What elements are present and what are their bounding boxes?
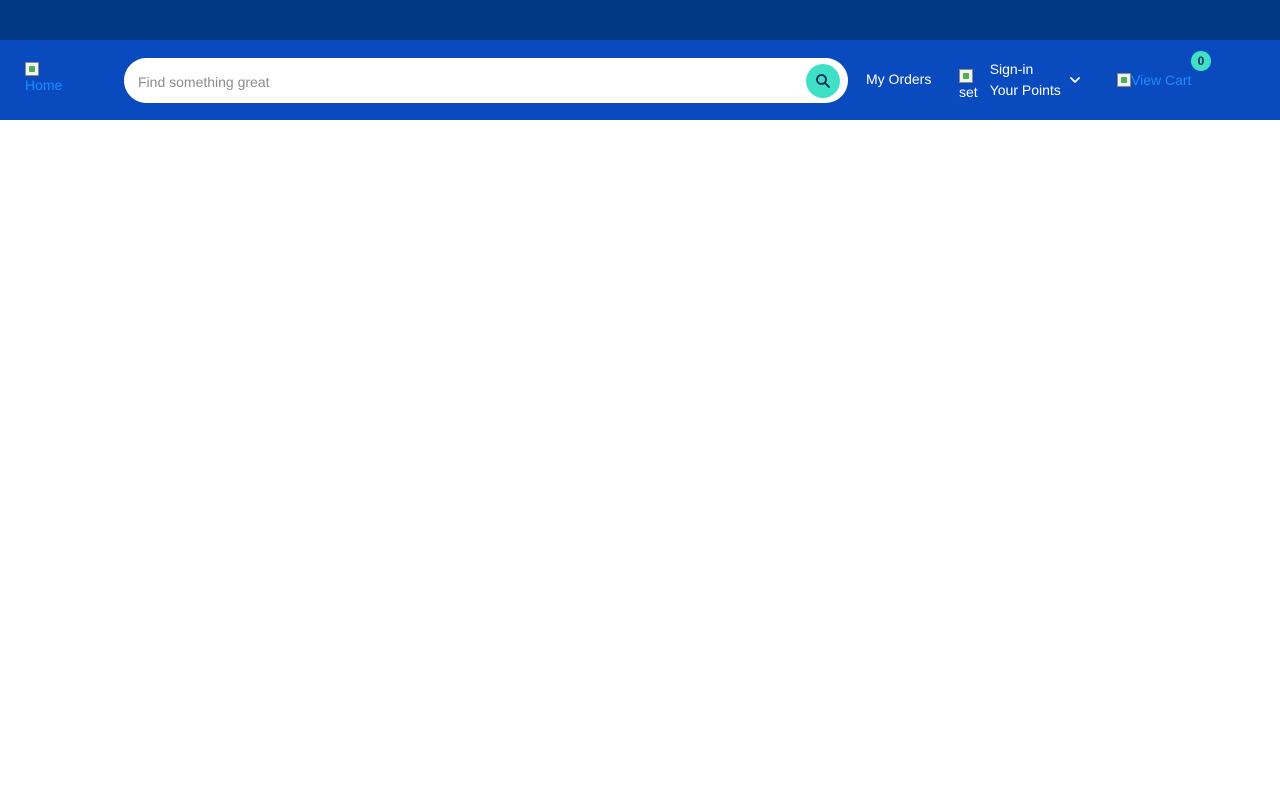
- home-logo-link[interactable]: Home: [25, 62, 62, 94]
- account-image: set: [959, 69, 978, 101]
- search-button[interactable]: [806, 64, 840, 98]
- broken-image-icon: [25, 62, 39, 76]
- broken-image-icon: [1117, 73, 1131, 87]
- my-orders-link[interactable]: My Orders: [866, 71, 931, 87]
- search-icon: [816, 74, 830, 88]
- search-bar: [124, 58, 848, 105]
- view-cart-link[interactable]: View Cart: [1117, 72, 1191, 88]
- account-menu-toggle[interactable]: set Sign-in Your Points: [959, 58, 1081, 102]
- signin-label: Sign-in: [989, 61, 1034, 77]
- search-input[interactable]: [136, 58, 810, 105]
- top-banner: [0, 0, 1280, 40]
- site-header: Home My Orders set Sign-in Your Points V…: [0, 40, 1280, 120]
- cart-alt: View Cart: [1131, 72, 1192, 88]
- account-text: Sign-in Your Points: [990, 59, 1061, 101]
- account-image-alt: set: [959, 84, 978, 100]
- broken-image-icon: [959, 69, 973, 83]
- chevron-down-icon: [1069, 77, 1080, 83]
- cart-count-badge: 0: [1191, 51, 1211, 71]
- home-logo-alt: Home: [25, 77, 63, 93]
- points-label: Your Points: [989, 82, 1061, 98]
